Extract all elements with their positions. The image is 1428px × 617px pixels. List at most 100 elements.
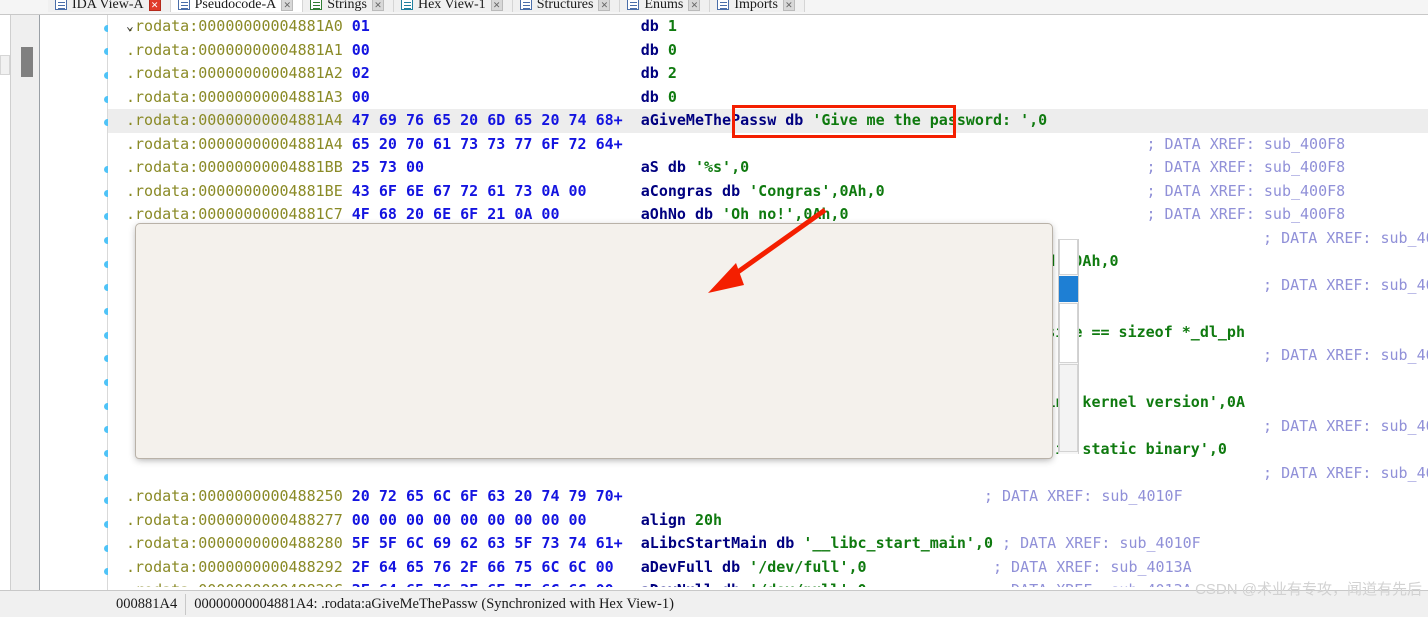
column-header-type[interactable]: Typ (211, 268, 249, 303)
scrollbar-thumb[interactable] (1059, 276, 1078, 302)
code-token: .rodata:00000000004881A1 (126, 40, 352, 59)
code-token: 20h (694, 510, 732, 529)
code-token: 'Oh no!',0Ah,0 (722, 205, 849, 223)
code-token: ; DATA XREF: sub_4010F (1263, 346, 1428, 364)
code-token: aOhNo db (640, 205, 723, 223)
code-token: 00 (351, 87, 641, 106)
code-token: .rodata:00000000004881A2 (126, 64, 352, 82)
disassembly-row[interactable]: ⌄ .rodata:00000000004881A0 01 db 1 (108, 15, 1428, 39)
ida-window: ◄ ^ IDA View-A✕Pseudocode-A✕Strings✕Hex … (0, 0, 1428, 617)
tab-close-icon[interactable]: ✕ (688, 0, 701, 11)
tab-close-icon[interactable]: ✕ (490, 0, 503, 11)
tab-bar: IDA View-A ✕ Pseudocode-A ✕ Strings ✕ Hex View… (0, 0, 1428, 15)
maximize-button[interactable] (956, 229, 1002, 267)
tab-label: Pseudocode-A (194, 0, 277, 12)
code-token: 65 20 70 61 73 73 77 6F 72 64+ (351, 134, 641, 153)
disassembly-row[interactable]: .rodata:0000000000488280 5F 5F 6C 69 62 … (108, 532, 1428, 556)
disassembly-row[interactable]: .rodata:00000000004881A4 47 69 76 65 20 … (108, 109, 1428, 133)
code-token: 'Congras',0Ah,0 (749, 181, 885, 200)
xrefs-table[interactable]: Direct Typ Address Text Up o sub_400F8E+… (148, 268, 1040, 370)
code-token: ; DATA XREF: sub_4013A (876, 581, 1192, 587)
tab-close-icon[interactable]: ✕ (782, 0, 795, 11)
minimize-button[interactable] (910, 229, 956, 267)
xrefs-table-header: Direct Typ Address Text (149, 268, 1039, 303)
code-token: 2 (667, 64, 677, 82)
code-token: 02 (351, 64, 641, 82)
code-token: .rodata:0000000000488280 (126, 534, 352, 552)
document-icon (55, 0, 67, 10)
disassembly-row[interactable]: .rodata:0000000000488277 00 00 00 00 00 … (108, 509, 1428, 533)
code-token: 00 (351, 40, 641, 59)
help-button[interactable]: Help (720, 412, 831, 445)
disassembly-row[interactable]: ; DATA XREF: sub_4010F (108, 462, 1428, 486)
disassembly-row[interactable]: .rodata:00000000004881A2 02 db 2 (108, 62, 1428, 86)
xref-text: mov edi, offset aGiveMeThePassw; “Give m… (451, 308, 984, 324)
code-token: .rodata:000000000048829C (126, 581, 352, 587)
tab-close-icon[interactable]: ✕ (371, 0, 384, 11)
left-panel-scroll-track[interactable] (10, 15, 39, 600)
code-token: aCongras db (640, 181, 750, 200)
tab-imports[interactable]: Imports ✕ (710, 0, 805, 12)
code-token: 'Give me the password: ',0 (812, 111, 1048, 129)
tab-close-icon[interactable]: ✕ (281, 0, 294, 11)
tab-label: Structures (536, 0, 594, 12)
code-token: 43 6F 6E 67 72 61 73 0A 00 (351, 181, 641, 200)
disassembly-row[interactable]: .rodata:00000000004881BE 43 6F 6E 67 72 … (108, 180, 1428, 204)
tab-close-icon[interactable]: ✕ (598, 0, 611, 11)
close-button[interactable]: ✕ (1002, 229, 1048, 267)
code-token: 20 72 65 6C 6F 63 20 74 79 70+ (351, 487, 641, 505)
tab-close-icon[interactable]: ✕ (148, 0, 161, 11)
code-token: aGiveMeThePassw db (640, 111, 813, 129)
column-header-direction[interactable]: Direct (149, 268, 211, 303)
table-row[interactable]: Up o sub_400F8E+18 mov edi, offset aGive… (149, 303, 1039, 329)
code-token: '/dev/null',0 (749, 581, 875, 587)
disassembly-row[interactable]: .rodata:00000000004881C7 4F 68 20 6E 6F … (108, 203, 1428, 227)
tab-enums[interactable]: Enums ✕ (620, 0, 711, 12)
document-icon (177, 0, 190, 10)
collapse-chevron-icon[interactable]: ⌄ (126, 15, 134, 39)
xref-type: o (217, 308, 226, 324)
code-token: 2F 64 65 76 2F 66 75 6C 6C 00 (351, 557, 641, 576)
disassembly-row[interactable]: .rodata:00000000004881A1 00 db 0 (108, 39, 1428, 63)
disassembly-row[interactable]: .rodata:0000000000488250 20 72 65 6C 6F … (108, 485, 1428, 509)
code-token: .rodata:00000000004881A3 (126, 87, 352, 106)
code-token: ; DATA XREF: sub_400F8 (848, 205, 1346, 223)
code-token: db (640, 64, 668, 82)
listing-vertical-scrollbar[interactable] (1058, 239, 1079, 454)
column-header-address[interactable]: Address (249, 268, 445, 303)
tab-label: Hex View-1 (417, 0, 486, 12)
tab-structures[interactable]: Structures ✕ (512, 0, 621, 12)
scrollbar-segment (1059, 239, 1078, 275)
disassembly-row[interactable]: .rodata:0000000000488292 2F 64 65 76 2F … (108, 556, 1428, 580)
ok-button[interactable]: OK (357, 412, 468, 445)
tab-hex-view-1[interactable]: Hex View-1 ✕ (393, 0, 513, 12)
disassembly-row[interactable]: .rodata:00000000004881A4 65 20 70 61 73 … (108, 133, 1428, 157)
left-panel-scroll-thumb[interactable] (21, 47, 33, 77)
code-token: 1 (667, 17, 677, 35)
code-token: 5F 5F 6C 69 62 63 5F 73 74 61+ (351, 534, 641, 552)
xref-address-cell: sub_400F8E+18 (249, 303, 445, 329)
disassembly-row[interactable]: .rodata:00000000004881BB 25 73 00 aS db … (108, 156, 1428, 180)
code-token: ; DATA XREF: sub_4010F (1263, 275, 1428, 294)
statusbar-left-filler (0, 590, 108, 617)
tab-ida-view-a[interactable]: IDA View-A ✕ (48, 0, 171, 12)
code-token: '/dev/full',0 (749, 557, 876, 576)
code-token: 0 (667, 40, 677, 59)
xrefs-icon (152, 238, 172, 257)
code-token: '__libc_start_main',0 (803, 534, 1003, 552)
cancel-button[interactable]: Cancel (478, 412, 589, 445)
dialog-title-bar[interactable]: xrefs to aGiveMeThePassw ✕ (140, 228, 1048, 268)
code-token: ; DATA XREF: sub_4010F (1002, 534, 1201, 552)
tab-label: Enums (644, 0, 684, 12)
xref-row-icon (155, 309, 170, 323)
code-token: ; DATA XREF: sub_400F8 (749, 158, 1346, 176)
disassembly-row[interactable]: .rodata:00000000004881A3 00 db 0 (108, 86, 1428, 110)
search-button[interactable]: Search (599, 412, 710, 445)
column-header-text[interactable]: Text (445, 269, 1039, 303)
status-location: 00000000004881A4: .rodata:aGiveMeThePass… (194, 595, 674, 612)
code-token: 0 (667, 87, 677, 106)
xrefs-dialog[interactable]: xrefs to aGiveMeThePassw ✕ Direct Typ Ad… (139, 227, 1049, 455)
tab-pseudocode-a[interactable]: Pseudocode-A ✕ (170, 0, 304, 12)
tab-strings[interactable]: Strings ✕ (303, 0, 394, 12)
